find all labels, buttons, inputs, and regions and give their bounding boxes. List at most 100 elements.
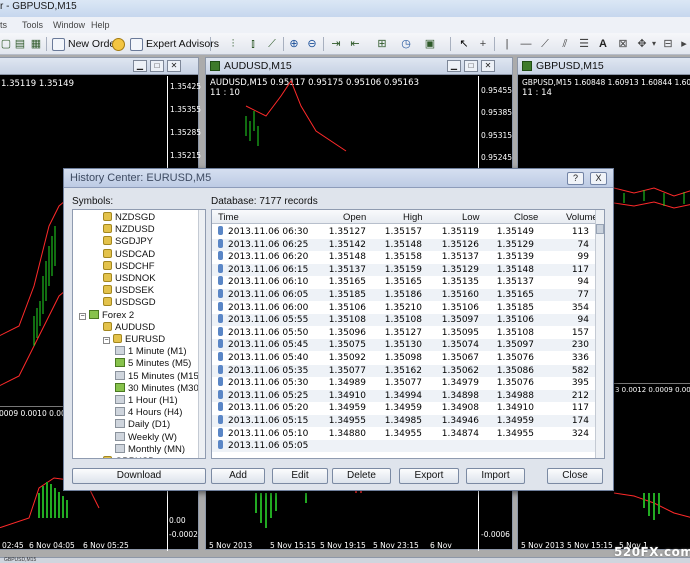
zoom-out-icon[interactable]: ⊖ [306,38,318,50]
close-button[interactable]: Close [547,468,603,484]
menu-item-window[interactable]: Window [53,20,85,30]
tree-item[interactable]: USDNOK [103,273,156,285]
fibonacci-icon[interactable]: ☰ [578,38,590,50]
table-row[interactable]: 2013.11.06 05:30 1.34989 1.35077 1.34979 1.3… [212,377,595,389]
tree-item[interactable]: USDSEK [103,285,154,297]
table-row[interactable]: 2013.11.06 06:00 1.35106 1.35210 1.35106 1.3… [212,301,595,314]
expert-advisors-button[interactable]: Expert Advisors [112,36,219,52]
collapse-toggle-icon[interactable]: − [79,312,86,320]
table-row[interactable]: 2013.11.06 05:55 1.35108 1.35108 1.35097 1.3… [212,314,595,327]
grid-icon[interactable]: ⊟ [662,38,674,50]
column-header-time[interactable]: Time [218,212,239,223]
column-header-volume[interactable]: Volume [566,212,598,223]
add-button[interactable]: Add [211,468,265,484]
import-button[interactable]: Import [466,468,525,484]
trendline-icon[interactable]: ⟋ [539,38,551,50]
table-row[interactable]: 2013.11.06 06:20 1.35148 1.35158 1.35137 1.3… [212,251,595,263]
terminal-icon[interactable]: ▦ [30,38,42,50]
channel-icon[interactable]: ⫽ [559,38,571,50]
table-row[interactable]: 2013.11.06 05:05 [212,440,595,453]
edit-button[interactable]: Edit [272,468,328,484]
column-header-high[interactable]: High [403,212,423,223]
scrollbar-thumb[interactable] [596,224,604,234]
download-button[interactable]: Download [72,468,206,484]
templates-icon[interactable]: ▣ [424,38,436,50]
tree-item[interactable]: Monthly (MN) [115,443,185,456]
maximize-button[interactable]: □ [150,60,164,72]
arrows-icon[interactable]: ✥ [636,38,648,50]
chart-shift-icon[interactable]: ⇥ [330,38,342,50]
table-row[interactable]: 2013.11.06 05:40 1.35092 1.35098 1.35067 1.3… [212,352,595,364]
tree-scrollbar[interactable] [198,210,205,458]
tree-item[interactable]: USDCAD [103,248,155,261]
collapse-toggle-icon[interactable]: − [103,337,110,344]
bar-chart-icon[interactable]: ⫶ [227,38,239,50]
tree-item[interactable]: NZDUSD [103,224,155,236]
menu-item-charts[interactable]: ts [0,20,7,30]
table-row[interactable]: 2013.11.06 05:10 1.34880 1.34955 1.34874 1.3… [212,427,595,440]
autoscroll-icon[interactable]: ⇤ [349,38,361,50]
table-row[interactable]: 2013.11.06 06:10 1.35165 1.35165 1.35135 1.3… [212,276,595,288]
tree-item[interactable]: Daily (D1) [115,419,170,431]
chart-tab-gbpusd[interactable]: GBPUSD,M15 [4,557,36,563]
table-row[interactable]: 2013.11.06 05:45 1.35075 1.35130 1.35074 1.3… [212,339,595,352]
dropdown-arrow-icon[interactable]: ▾ [648,38,660,50]
navigator-icon[interactable]: ▤ [14,38,26,50]
help-button[interactable]: ? [567,172,584,185]
maximize-button[interactable]: □ [464,60,478,72]
table-row[interactable]: 2013.11.06 05:25 1.34910 1.34994 1.34898 1.3… [212,389,595,402]
line-chart-icon[interactable]: ⟋ [266,38,278,50]
symbols-tree[interactable]: NZDSGD NZDUSD SGDJPY USDCAD USDCHF USDNOK USDS… [72,209,206,459]
menu-item-tools[interactable]: Tools [22,20,43,30]
table-scrollbar[interactable] [595,210,604,458]
tree-item[interactable]: 1 Minute (M1) [115,346,187,358]
table-row[interactable]: 2013.11.06 05:15 1.34955 1.34985 1.34946 1.3… [212,415,595,427]
table-row[interactable]: 2013.11.06 05:50 1.35096 1.35127 1.35095 1.3… [212,326,595,339]
table-row[interactable]: 2013.11.06 06:05 1.35185 1.35186 1.35160 1.3… [212,289,595,301]
zoom-in-icon[interactable]: ⊕ [288,38,300,50]
tree-item[interactable]: USDSGD [103,297,156,309]
column-header-low[interactable]: Low [462,212,479,223]
tree-item[interactable]: NZDSGD [103,212,155,224]
minimize-button[interactable]: ▁ [133,60,147,72]
table-row[interactable]: 2013.11.06 06:30 1.35127 1.35157 1.35119 1.3… [212,226,595,238]
candlestick-icon[interactable]: ⫾ [247,38,259,50]
column-header-close[interactable]: Close [514,212,538,223]
close-button[interactable]: ✕ [481,60,495,72]
table-row[interactable]: 2013.11.06 05:20 1.34959 1.34959 1.34908 1.3… [212,402,595,414]
periods-icon[interactable]: ◷ [400,38,412,50]
dialog-close-icon[interactable]: X [590,172,607,185]
cursor-icon[interactable]: ↖ [458,38,470,50]
history-table[interactable]: Time Open High Low Close Volume 2013.11.… [211,209,605,459]
export-button[interactable]: Export [399,468,459,484]
column-header-open[interactable]: Open [343,212,366,223]
tree-item[interactable]: USDCHF [103,260,155,273]
tree-item[interactable]: 30 Minutes (M30) [115,382,202,395]
tree-item[interactable]: − EURUSD [103,334,165,346]
tree-item[interactable]: 4 Hours (H4) [115,407,182,419]
close-button[interactable]: ✕ [167,60,181,72]
table-row[interactable]: 2013.11.06 06:15 1.35137 1.35159 1.35129 1.3… [212,263,595,276]
tree-item[interactable]: GBPUSD [103,456,155,458]
table-row[interactable]: 2013.11.06 05:35 1.35077 1.35162 1.35062 1.3… [212,364,595,377]
horizontal-line-icon[interactable]: — [520,38,532,50]
minimize-button[interactable]: ▁ [447,60,461,72]
tree-item[interactable]: SGDJPY [103,236,153,248]
tree-item[interactable]: AUDUSD [103,321,155,334]
label-icon[interactable]: ⊠ [617,38,629,50]
vertical-line-icon[interactable]: | [501,38,513,50]
tree-item[interactable]: 15 Minutes (M15) [115,370,202,383]
tree-item[interactable]: Weekly (W) [115,431,177,444]
tree-item[interactable]: 5 Minutes (M5) [115,358,191,370]
profiles-icon[interactable]: ▢ [0,38,12,50]
tree-item[interactable]: 1 Hour (H1) [115,395,178,407]
text-icon[interactable]: A [597,38,609,50]
tree-item[interactable]: − Forex 2 [79,309,134,322]
new-order-button[interactable]: New Order [52,36,119,52]
indicators-icon[interactable]: ⊞ [376,38,388,50]
delete-button[interactable]: Delete [332,468,391,484]
table-row[interactable]: 2013.11.06 06:25 1.35142 1.35148 1.35126 1.3… [212,238,595,251]
menu-item-help[interactable]: Help [91,20,110,30]
crosshair-icon[interactable]: + [477,38,489,50]
more-icon[interactable]: ▸ [678,38,690,50]
